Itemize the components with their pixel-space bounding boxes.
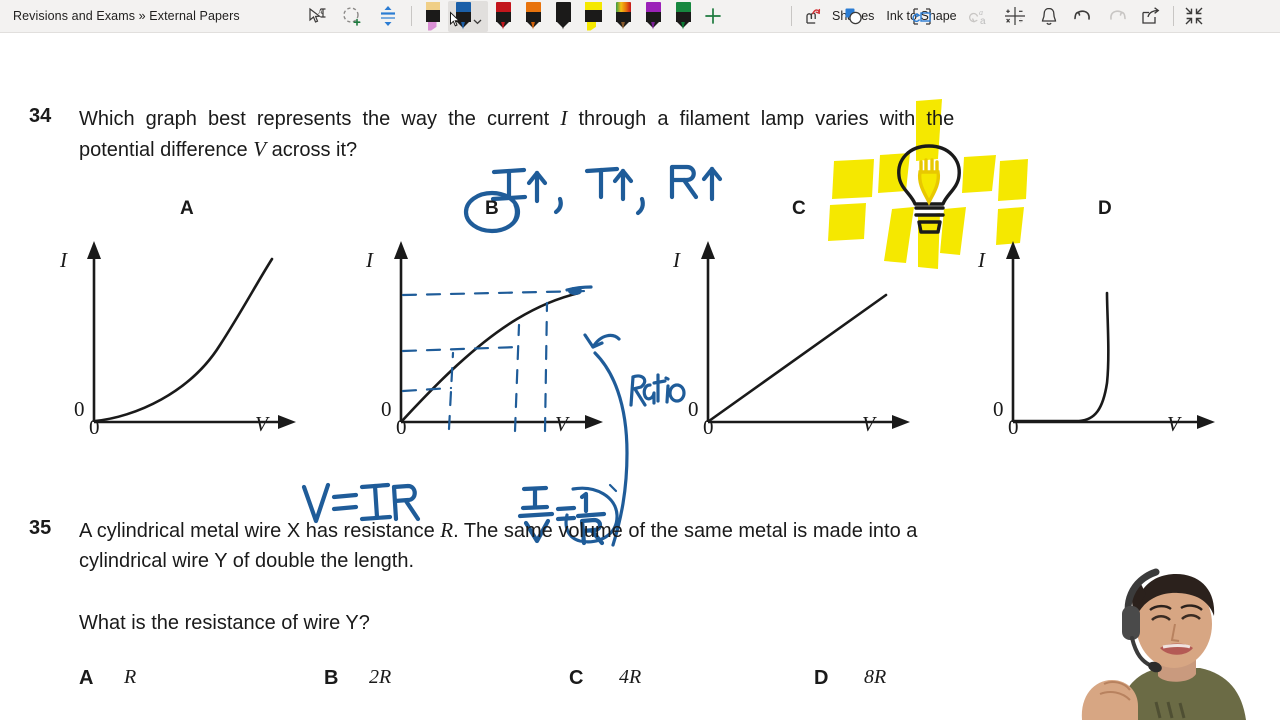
question-34-line1: Which graph best represents the way the … [79,106,955,130]
graph-D-plot [1006,241,1215,429]
undo-button[interactable] [1066,1,1100,32]
pen-tray [418,0,728,32]
ink-to-math-button[interactable] [998,1,1032,32]
question-35-line3: What is the resistance of wire Y? [79,612,370,634]
ink-note-trends [490,164,723,216]
ink-actions-group: Shapes Ink to Shape a a [786,1,1209,32]
document-page[interactable]: 34 Which graph best represents the way t… [0,33,1280,720]
notifications-button[interactable] [1032,1,1066,32]
chevron-down-icon[interactable] [473,17,482,26]
pen-black[interactable] [548,1,578,32]
question-35-line1: A cylindrical metal wire X has resistanc… [79,518,918,542]
ink-tools-group: A [300,1,417,32]
mouse-cursor-icon [450,10,461,26]
svg-text:a: a [980,16,986,27]
graph-A-letter: A [180,198,194,219]
graph-D-ylabel: I [978,248,985,272]
shapes-button[interactable]: Shapes [827,1,881,32]
pen-green[interactable] [668,1,698,32]
webcam-overlay[interactable] [1060,560,1280,720]
math-icon [1004,7,1025,25]
ink-thickness-icon[interactable] [370,1,406,32]
toolbar-divider-2 [791,6,792,26]
ink-circle-answer-B[interactable] [462,188,524,236]
graph-C-letter: C [792,198,806,219]
question-35-line2: cylindrical wire Y of double the length. [79,550,415,572]
graph-C-plot [701,241,910,429]
ribbon-toolbar: Revisions and Exams » External Papers A [0,0,1280,33]
add-pen-button[interactable] [698,1,728,32]
bell-icon [1041,7,1056,25]
ink-to-shape-button[interactable]: Ink to Shape [881,1,963,32]
undo-icon [1073,10,1090,20]
pen-rainbow[interactable] [608,1,638,32]
ink-replay-icon [805,8,820,24]
pen-red[interactable] [488,1,518,32]
share-icon [1142,7,1160,24]
graph-C-ylabel: I [673,248,680,272]
ink-to-shape-icon [911,7,931,25]
shapes-icon [845,8,862,24]
highlighter-yellow[interactable] [578,1,608,32]
option-A-value[interactable]: R [124,666,136,689]
lasso-select-icon[interactable] [334,1,370,32]
pen-blue[interactable] [448,0,488,32]
option-D-value[interactable]: 8R [864,666,886,689]
option-D-letter[interactable]: D [814,667,828,690]
plus-icon [705,8,721,24]
collapse-ribbon-button[interactable] [1179,1,1209,32]
redo-button[interactable] [1100,1,1134,32]
option-A-letter[interactable]: A [79,667,93,690]
ink-lamp-doodle [897,144,961,234]
question-35-number: 35 [29,517,52,539]
collapse-icon [1185,7,1203,25]
graph-A-plot [87,241,296,429]
option-B-letter[interactable]: B [324,667,338,690]
toolbar-divider [411,6,412,26]
presenter-video [1060,560,1280,720]
ink-to-text-icon-2: a a [969,8,986,27]
toolbar-divider-3 [1172,6,1174,26]
ink-to-text-icon[interactable]: A [300,1,334,32]
option-C-letter[interactable]: C [569,667,583,690]
ink-replay-button[interactable] [797,1,827,32]
ink-to-text-button[interactable]: a a [964,1,998,32]
share-button[interactable] [1134,1,1168,32]
option-B-value[interactable]: 2R [369,666,391,689]
highlighter-pink[interactable] [418,1,448,32]
graph-A-ylabel: I [60,248,67,272]
question-34-line2: potential difference V across it? [79,137,358,161]
breadcrumb[interactable]: Revisions and Exams » External Papers [13,9,240,23]
graph-D-letter: D [1098,198,1112,219]
question-34-number: 34 [29,105,52,127]
pen-orange[interactable] [518,1,548,32]
graph-B-ylabel: I [366,248,373,272]
option-C-value[interactable]: 4R [619,666,641,689]
redo-icon [1109,10,1126,20]
pen-purple[interactable] [638,1,668,32]
